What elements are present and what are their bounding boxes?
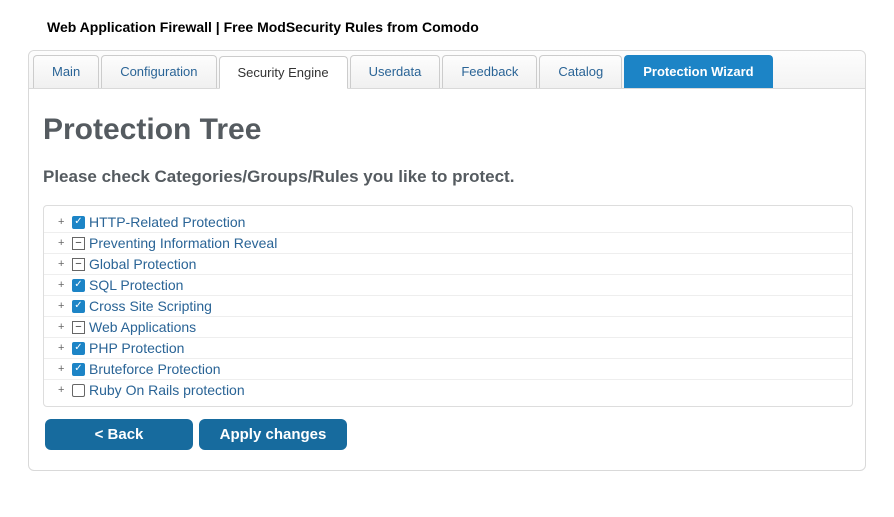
expand-icon[interactable]: + — [58, 321, 72, 333]
tree-item-label[interactable]: SQL Protection — [89, 277, 183, 293]
expand-icon[interactable]: + — [58, 216, 72, 228]
tree-item-label[interactable]: HTTP-Related Protection — [89, 214, 245, 230]
tree-item-label[interactable]: Bruteforce Protection — [89, 361, 221, 377]
page-title: Web Application Firewall | Free ModSecur… — [0, 0, 894, 35]
section-heading: Protection Tree — [43, 113, 853, 147]
expand-icon[interactable]: + — [58, 300, 72, 312]
tree-checkbox[interactable] — [72, 384, 85, 397]
tab-main[interactable]: Main — [33, 55, 99, 88]
tab-security-engine[interactable]: Security Engine — [219, 56, 348, 89]
content-area: Protection Tree Please check Categories/… — [29, 89, 865, 460]
tree-row: + Ruby On Rails protection — [44, 380, 852, 400]
tree-checkbox[interactable] — [72, 342, 85, 355]
tree-statebox[interactable]: − — [72, 237, 85, 250]
tree-item-label[interactable]: Cross Site Scripting — [89, 298, 212, 314]
tree-statebox[interactable]: − — [72, 321, 85, 334]
back-button[interactable]: < Back — [45, 419, 193, 450]
tree-row: +−Preventing Information Reveal — [44, 233, 852, 254]
button-row: < Back Apply changes — [43, 419, 853, 450]
expand-icon[interactable]: + — [58, 384, 72, 396]
tree-item-label[interactable]: Web Applications — [89, 319, 196, 335]
tabs-bar: MainConfigurationSecurity EngineUserdata… — [29, 51, 865, 89]
tree-checkbox[interactable] — [72, 279, 85, 292]
tree-statebox[interactable]: − — [72, 258, 85, 271]
tree-row: +−Global Protection — [44, 254, 852, 275]
tree-checkbox[interactable] — [72, 363, 85, 376]
tree-row: + Bruteforce Protection — [44, 359, 852, 380]
tab-configuration[interactable]: Configuration — [101, 55, 216, 88]
tree-item-label[interactable]: Preventing Information Reveal — [89, 235, 277, 251]
tree-row: +−Web Applications — [44, 317, 852, 338]
tab-userdata[interactable]: Userdata — [350, 55, 441, 88]
tab-feedback[interactable]: Feedback — [442, 55, 537, 88]
expand-icon[interactable]: + — [58, 258, 72, 270]
tree-row: + PHP Protection — [44, 338, 852, 359]
expand-icon[interactable]: + — [58, 279, 72, 291]
tree-row: + HTTP-Related Protection — [44, 212, 852, 233]
expand-icon[interactable]: + — [58, 342, 72, 354]
tab-protection-wizard[interactable]: Protection Wizard — [624, 55, 772, 88]
apply-changes-button[interactable]: Apply changes — [199, 419, 347, 450]
tree-checkbox[interactable] — [72, 300, 85, 313]
expand-icon[interactable]: + — [58, 363, 72, 375]
tree-item-label[interactable]: PHP Protection — [89, 340, 184, 356]
tree-checkbox[interactable] — [72, 216, 85, 229]
section-subheading: Please check Categories/Groups/Rules you… — [43, 167, 853, 187]
tree-item-label[interactable]: Global Protection — [89, 256, 196, 272]
expand-icon[interactable]: + — [58, 237, 72, 249]
protection-tree: +HTTP-Related Protection+−Preventing Inf… — [43, 205, 853, 407]
tree-item-label[interactable]: Ruby On Rails protection — [89, 382, 245, 398]
tree-row: + Cross Site Scripting — [44, 296, 852, 317]
main-panel: MainConfigurationSecurity EngineUserdata… — [28, 50, 866, 471]
tree-row: + SQL Protection — [44, 275, 852, 296]
tab-catalog[interactable]: Catalog — [539, 55, 622, 88]
